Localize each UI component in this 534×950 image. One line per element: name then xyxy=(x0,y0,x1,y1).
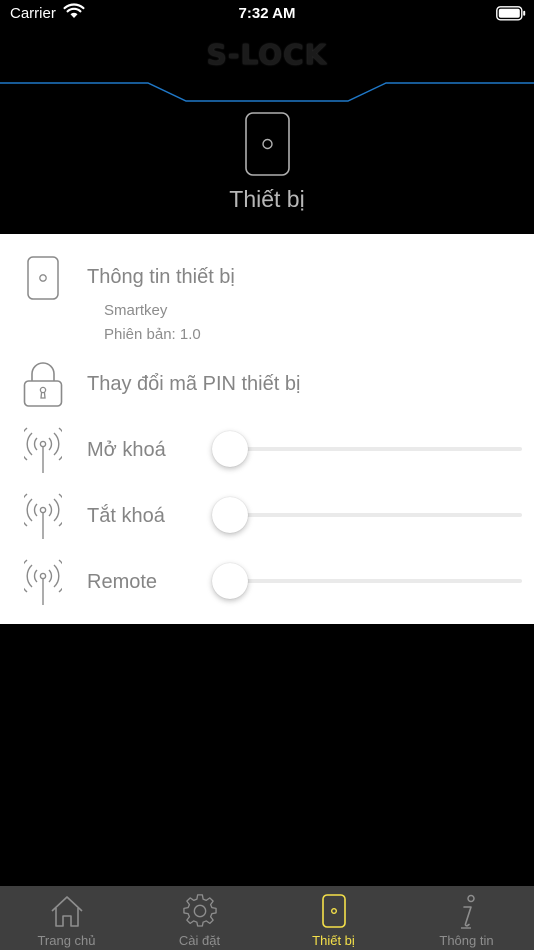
brand-logo: S-LOCK xyxy=(206,38,328,71)
antenna-icon xyxy=(24,427,62,473)
device-settings-panel: Thông tin thiết bị Smartkey Phiên bản: 1… xyxy=(0,234,534,624)
slider-track xyxy=(220,447,522,451)
tab-bar: Trang chủ Cài đặt Thiết bị Thông tin xyxy=(0,886,534,950)
antenna-icon xyxy=(24,493,62,539)
tab-home-label: Trang chủ xyxy=(37,933,96,948)
change-pin-label: Thay đổi mã PIN thiết bị xyxy=(87,373,301,395)
tab-info-label: Thông tin xyxy=(439,933,494,948)
slider-thumb[interactable] xyxy=(212,497,248,533)
tab-devices[interactable]: Thiết bị xyxy=(267,886,400,950)
battery-icon xyxy=(496,6,526,21)
header-divider-line xyxy=(0,82,534,102)
tab-settings-label: Cài đặt xyxy=(178,933,221,948)
remote-label: Remote xyxy=(87,571,158,593)
unlock-slider[interactable] xyxy=(212,431,522,467)
device-model-text: Smartkey xyxy=(104,302,168,319)
info-icon xyxy=(460,894,475,929)
slider-track xyxy=(220,579,522,583)
tab-devices-label: Thiết bị xyxy=(312,933,355,948)
lock-label: Tắt khoá xyxy=(87,505,165,527)
padlock-icon xyxy=(23,362,63,407)
gear-icon xyxy=(182,894,217,927)
phone-device-icon xyxy=(27,256,59,300)
slider-thumb[interactable] xyxy=(212,563,248,599)
phone-device-icon xyxy=(321,894,346,928)
tab-settings[interactable]: Cài đặt xyxy=(133,886,266,950)
slider-thumb[interactable] xyxy=(212,431,248,467)
phone-device-icon xyxy=(245,112,290,176)
slider-track xyxy=(220,513,522,517)
lock-slider[interactable] xyxy=(212,497,522,533)
unlock-label: Mở khoá xyxy=(87,439,166,461)
device-info-label: Thông tin thiết bị xyxy=(87,266,235,288)
device-version-text: Phiên bản: 1.0 xyxy=(104,326,201,343)
tab-info[interactable]: Thông tin xyxy=(400,886,533,950)
antenna-icon xyxy=(24,559,62,605)
status-bar: Carrier 7:32 AM xyxy=(0,0,534,30)
home-icon xyxy=(50,896,83,927)
status-time: 7:32 AM xyxy=(238,5,296,22)
tab-home[interactable]: Trang chủ xyxy=(0,886,133,950)
remote-slider[interactable] xyxy=(212,563,522,599)
page-title: Thiết bị xyxy=(229,186,305,212)
